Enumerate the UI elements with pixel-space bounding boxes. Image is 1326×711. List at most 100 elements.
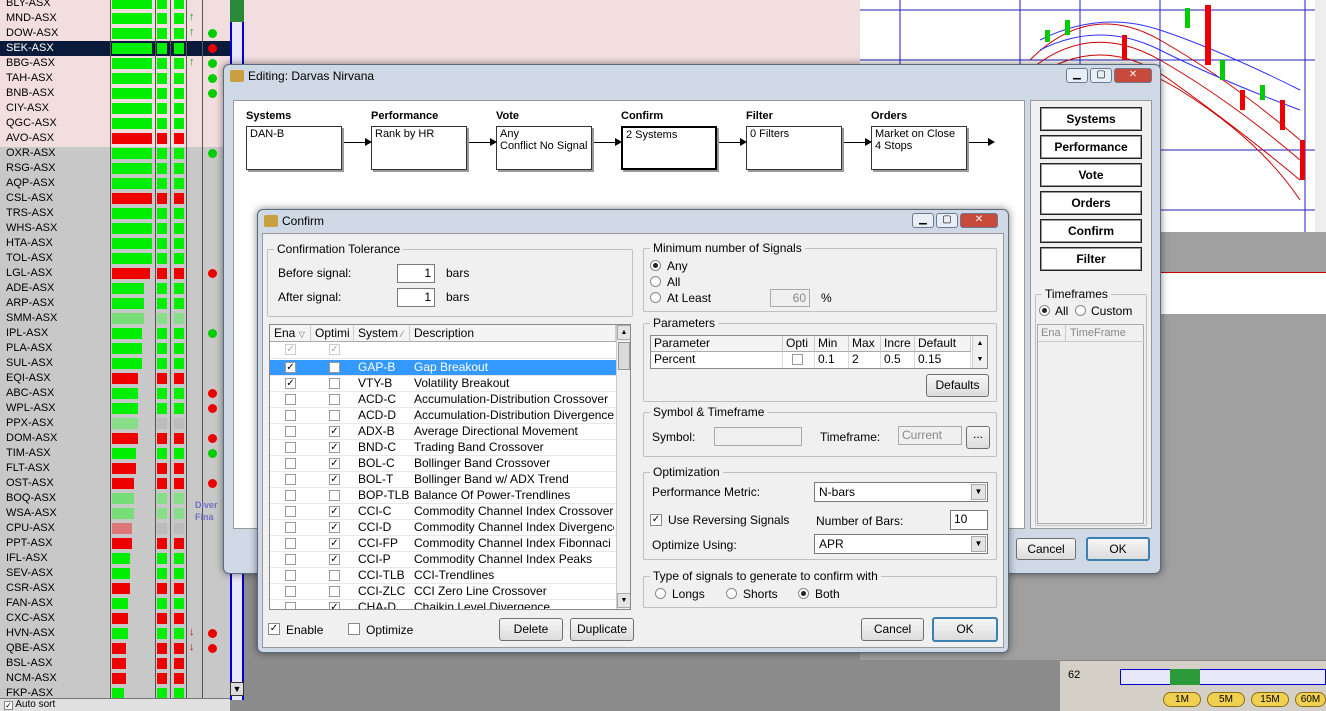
timeframe-slider-thumb[interactable] <box>1170 669 1200 685</box>
ticker-row[interactable]: SUL-ASX <box>0 356 230 371</box>
filter-opt-checkbox[interactable]: ✓ <box>329 344 340 355</box>
timeframe-1m-button[interactable]: 1M <box>1163 692 1201 707</box>
ticker-row[interactable]: BBG-ASX ↑ <box>0 56 230 71</box>
ticker-row[interactable]: HTA-ASX <box>0 236 230 251</box>
filter-ena-checkbox[interactable]: ✓ <box>285 344 296 355</box>
editor-cancel-button[interactable]: Cancel <box>1016 538 1076 560</box>
ticker-row[interactable]: ARP-ASX <box>0 296 230 311</box>
stage-box[interactable]: 0 Filters <box>746 126 842 170</box>
timeframes-custom-radio[interactable] <box>1075 305 1086 316</box>
ticker-row[interactable]: ADE-ASX <box>0 281 230 296</box>
scroll-up-icon[interactable]: ▲ <box>617 325 630 340</box>
stage-systems[interactable]: Systems DAN-B <box>246 110 342 170</box>
grid-header-ena[interactable]: Ena ▽ <box>270 325 311 342</box>
filter-button[interactable]: Filter <box>1040 247 1142 271</box>
delete-button[interactable]: Delete <box>499 618 563 641</box>
param-min-cell[interactable]: 0.1 <box>815 352 849 368</box>
ticker-row[interactable]: TOL-ASX <box>0 251 230 266</box>
row-enable-checkbox[interactable] <box>285 538 296 549</box>
performance-button[interactable]: Performance <box>1040 135 1142 159</box>
row-optimize-checkbox[interactable]: ✓ <box>329 554 340 565</box>
row-enable-checkbox[interactable] <box>285 554 296 565</box>
auto-sort-checkbox[interactable]: ✓ <box>4 701 13 710</box>
ticker-row[interactable]: QBE-ASX ↓ <box>0 641 230 656</box>
row-enable-checkbox[interactable] <box>285 458 296 469</box>
system-row[interactable]: ✓ BOL-C Bollinger Band Crossover <box>270 456 616 472</box>
ticker-row[interactable]: OST-ASX <box>0 476 230 491</box>
param-scrollbar[interactable]: ▲ ▼ <box>972 336 987 368</box>
row-enable-checkbox[interactable] <box>285 522 296 533</box>
ticker-row[interactable]: CXC-ASX <box>0 611 230 626</box>
ticker-row[interactable]: IFL-ASX <box>0 551 230 566</box>
row-optimize-checkbox[interactable]: ✓ <box>329 426 340 437</box>
row-enable-checkbox[interactable] <box>285 442 296 453</box>
ticker-row[interactable]: CSR-ASX <box>0 581 230 596</box>
timeframe-5m-button[interactable]: 5M <box>1207 692 1245 707</box>
ticker-row[interactable]: FAN-ASX <box>0 596 230 611</box>
row-optimize-checkbox[interactable]: ✓ <box>329 522 340 533</box>
ticker-row[interactable]: TRS-ASX <box>0 206 230 221</box>
row-enable-checkbox[interactable] <box>285 426 296 437</box>
system-row[interactable]: ✓ CCI-C Commodity Channel Index Crossover <box>270 504 616 520</box>
ticker-row[interactable]: BNB-ASX <box>0 86 230 101</box>
confirm-button[interactable]: Confirm <box>1040 219 1142 243</box>
confirm-dialog-titlebar[interactable]: Confirm <box>258 210 1008 234</box>
ticker-row[interactable]: LGL-ASX <box>0 266 230 281</box>
timeframe-browse-button[interactable]: ... <box>966 426 990 449</box>
row-enable-checkbox[interactable]: ✓ <box>285 362 296 373</box>
ticker-row[interactable]: PPX-ASX <box>0 416 230 431</box>
system-row[interactable]: ✓ ADX-B Average Directional Movement <box>270 424 616 440</box>
auto-sort-footer[interactable]: ✓ Auto sort <box>0 698 230 711</box>
system-row[interactable]: ✓ CCI-FP Commodity Channel Index Fibonnaci… <box>270 536 616 552</box>
vote-button[interactable]: Vote <box>1040 163 1142 187</box>
shorts-radio[interactable] <box>726 588 737 599</box>
grid-header-system[interactable]: System ∕ <box>354 325 410 342</box>
timeframes-list[interactable]: Ena TimeFrame <box>1037 324 1145 524</box>
row-optimize-checkbox[interactable]: ✓ <box>329 442 340 453</box>
ticker-row[interactable]: DOW-ASX ↑ <box>0 26 230 41</box>
stage-confirm[interactable]: Confirm 2 Systems <box>621 110 717 170</box>
scroll-thumb[interactable] <box>230 0 244 22</box>
row-enable-checkbox[interactable] <box>285 410 296 421</box>
timeframe-60m-button[interactable]: 60M <box>1295 692 1326 707</box>
editing-window-titlebar[interactable]: Editing: Darvas Nirvana <box>224 65 1160 89</box>
minimize-icon[interactable]: ▁ <box>912 213 934 228</box>
system-row[interactable]: ✓ CCI-D Commodity Channel Index Divergence <box>270 520 616 536</box>
timeframe-input[interactable]: Current <box>898 426 962 445</box>
grid-header-optimize[interactable]: Optimi <box>311 325 354 342</box>
optimize-using-select[interactable]: APR ▼ <box>814 534 988 554</box>
editor-ok-button[interactable]: OK <box>1086 537 1150 561</box>
maximize-icon[interactable]: ▢ <box>1090 68 1112 83</box>
row-enable-checkbox[interactable] <box>285 586 296 597</box>
ticker-row[interactable]: SMM-ASX <box>0 311 230 326</box>
ticker-row[interactable]: ABC-ASX <box>0 386 230 401</box>
stage-box[interactable]: Market on Close 4 Stops <box>871 126 967 170</box>
both-radio[interactable] <box>798 588 809 599</box>
system-row[interactable]: CCI-ZLC CCI Zero Line Crossover <box>270 584 616 600</box>
timeframe-slider[interactable] <box>1120 669 1326 685</box>
min-signals-any-radio[interactable] <box>650 260 661 271</box>
optimize-checkbox[interactable] <box>348 623 360 635</box>
ticker-row[interactable]: BLY-ASX <box>0 0 230 11</box>
ticker-row[interactable]: HVN-ASX ↓ <box>0 626 230 641</box>
scroll-down-icon[interactable]: ▼ <box>617 593 630 608</box>
row-enable-checkbox[interactable] <box>285 490 296 501</box>
grid-header-description[interactable]: Description <box>410 325 616 342</box>
ticker-row[interactable]: AVO-ASX <box>0 131 230 146</box>
ticker-row[interactable]: RSG-ASX <box>0 161 230 176</box>
param-opti-cell[interactable] <box>783 352 815 368</box>
stage-vote[interactable]: Vote Any Conflict No Signal <box>496 110 592 170</box>
min-signals-atleast-radio[interactable] <box>650 292 661 303</box>
scroll-down-icon[interactable]: ▼ <box>230 682 244 696</box>
row-optimize-checkbox[interactable] <box>329 490 340 501</box>
system-row[interactable]: ✓ GAP-B Gap Breakout <box>270 360 616 376</box>
grid-scrollbar[interactable]: ▲ ▼ <box>616 325 630 609</box>
row-optimize-checkbox[interactable]: ✓ <box>329 538 340 549</box>
row-optimize-checkbox[interactable] <box>329 394 340 405</box>
system-row[interactable]: CCI-TLB CCI-Trendlines <box>270 568 616 584</box>
system-row[interactable]: ✓ CCI-P Commodity Channel Index Peaks <box>270 552 616 568</box>
ticker-row[interactable]: EQI-ASX <box>0 371 230 386</box>
close-icon[interactable]: ✕ <box>960 213 998 228</box>
ticker-row[interactable]: DOM-ASX <box>0 431 230 446</box>
param-max-cell[interactable]: 2 <box>849 352 881 368</box>
